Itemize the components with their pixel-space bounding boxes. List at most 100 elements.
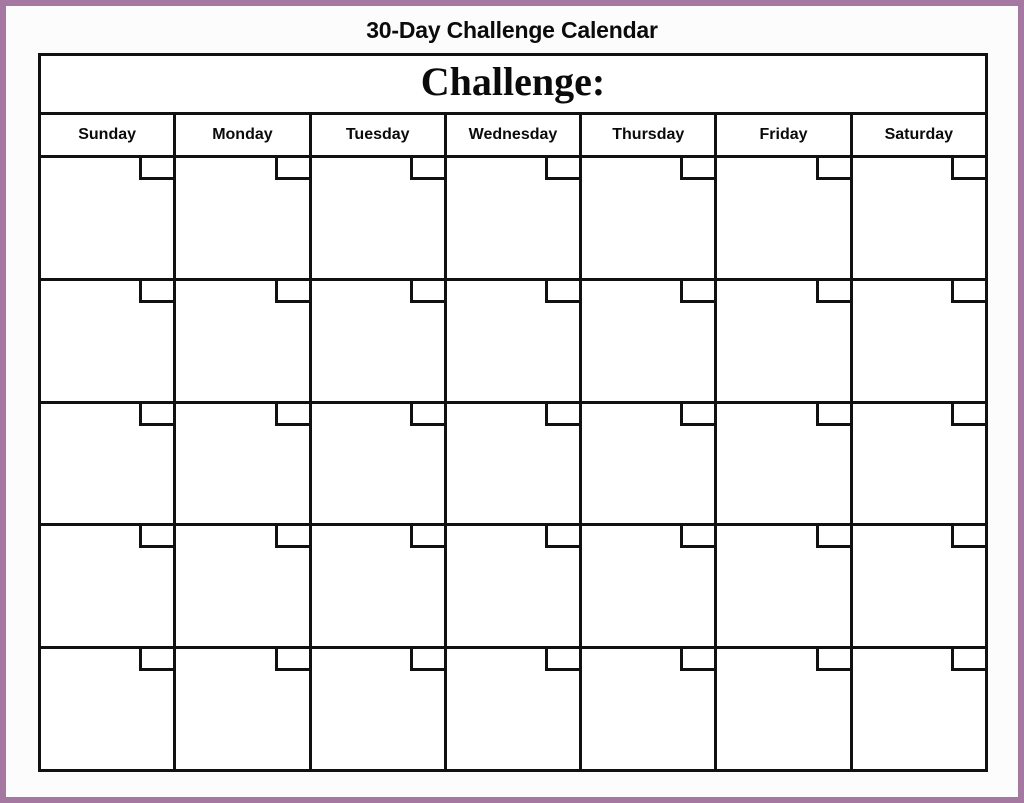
day-cell[interactable] [176, 526, 312, 647]
date-notch-icon [139, 526, 174, 549]
day-cell[interactable] [311, 403, 447, 524]
date-number [142, 281, 173, 300]
day-cell[interactable] [582, 403, 718, 524]
date-number [954, 158, 985, 177]
date-number [819, 404, 850, 423]
date-number [954, 404, 985, 423]
date-number [413, 281, 444, 300]
date-notch-icon [950, 158, 985, 180]
date-number [548, 404, 579, 423]
day-cell[interactable] [176, 649, 312, 769]
day-cell[interactable] [852, 280, 985, 401]
page-title: 30-Day Challenge Calendar [366, 17, 658, 43]
date-notch-icon [950, 280, 985, 303]
day-cell[interactable] [852, 526, 985, 647]
date-number [819, 281, 850, 300]
day-cell[interactable] [446, 526, 583, 647]
date-number [548, 281, 579, 300]
date-notch-icon [274, 526, 309, 549]
day-cell[interactable] [446, 403, 583, 524]
date-notch-icon [680, 403, 715, 426]
day-cell[interactable] [311, 649, 447, 769]
date-notch-icon [274, 403, 309, 426]
day-cell[interactable] [852, 649, 985, 769]
date-notch-icon [274, 158, 309, 180]
day-cell[interactable] [41, 526, 177, 647]
day-cell[interactable] [582, 526, 718, 647]
weekday-header-tuesday: Tuesday [312, 115, 447, 155]
day-cell[interactable] [852, 403, 985, 524]
date-number [683, 158, 714, 177]
date-notch-icon [274, 649, 309, 672]
date-number [413, 158, 444, 177]
date-number [954, 281, 985, 300]
day-cell[interactable] [717, 403, 853, 524]
challenge-title-field[interactable]: Challenge: [421, 62, 605, 106]
date-number [142, 526, 173, 545]
date-notch-icon [545, 649, 580, 672]
date-number [142, 649, 173, 668]
date-notch-icon [274, 280, 309, 303]
week-row [41, 403, 985, 527]
date-number [278, 649, 309, 668]
date-notch-icon [815, 158, 850, 180]
date-number [683, 649, 714, 668]
date-notch-icon [409, 526, 444, 549]
date-notch-icon [409, 649, 444, 672]
date-number [548, 649, 579, 668]
date-number [278, 281, 309, 300]
day-cell[interactable] [582, 280, 718, 401]
date-number [548, 526, 579, 545]
calendar-weeks [41, 158, 985, 769]
week-row [41, 526, 985, 650]
date-number [413, 526, 444, 545]
day-cell[interactable] [717, 526, 853, 647]
day-cell[interactable] [311, 280, 447, 401]
date-notch-icon [815, 649, 850, 672]
date-notch-icon [950, 403, 985, 426]
day-cell[interactable] [311, 158, 447, 278]
date-number [413, 404, 444, 423]
day-cell[interactable] [717, 649, 853, 769]
day-cell[interactable] [582, 649, 718, 769]
day-cell[interactable] [852, 158, 985, 278]
weekday-header-monday: Monday [176, 115, 312, 155]
date-number [819, 158, 850, 177]
date-notch-icon [680, 649, 715, 672]
date-notch-icon [815, 526, 850, 549]
date-number [683, 404, 714, 423]
day-cell[interactable] [311, 526, 447, 647]
date-notch-icon [545, 526, 580, 549]
date-notch-icon [680, 526, 715, 549]
day-cell[interactable] [446, 158, 583, 278]
week-row [41, 280, 985, 404]
date-notch-icon [409, 280, 444, 303]
date-number [954, 649, 985, 668]
date-notch-icon [545, 403, 580, 426]
day-cell[interactable] [41, 403, 177, 524]
day-cell[interactable] [717, 280, 853, 401]
date-number [413, 649, 444, 668]
date-number [142, 404, 173, 423]
weekday-header-thursday: Thursday [582, 115, 718, 155]
week-row [41, 649, 985, 769]
date-number [278, 404, 309, 423]
date-notch-icon [815, 280, 850, 303]
date-notch-icon [680, 158, 715, 180]
day-cell[interactable] [717, 158, 853, 278]
date-number [683, 526, 714, 545]
date-number [142, 158, 173, 177]
day-cell[interactable] [446, 280, 583, 401]
day-cell[interactable] [176, 158, 312, 278]
weekday-header-friday: Friday [717, 115, 853, 155]
day-cell[interactable] [176, 403, 312, 524]
day-cell[interactable] [176, 280, 312, 401]
weekday-header-sunday: Sunday [41, 115, 177, 155]
date-number [278, 158, 309, 177]
day-cell[interactable] [582, 158, 718, 278]
day-cell[interactable] [41, 649, 177, 769]
date-notch-icon [409, 158, 444, 180]
day-cell[interactable] [41, 158, 177, 278]
day-cell[interactable] [446, 649, 583, 769]
day-cell[interactable] [41, 280, 177, 401]
